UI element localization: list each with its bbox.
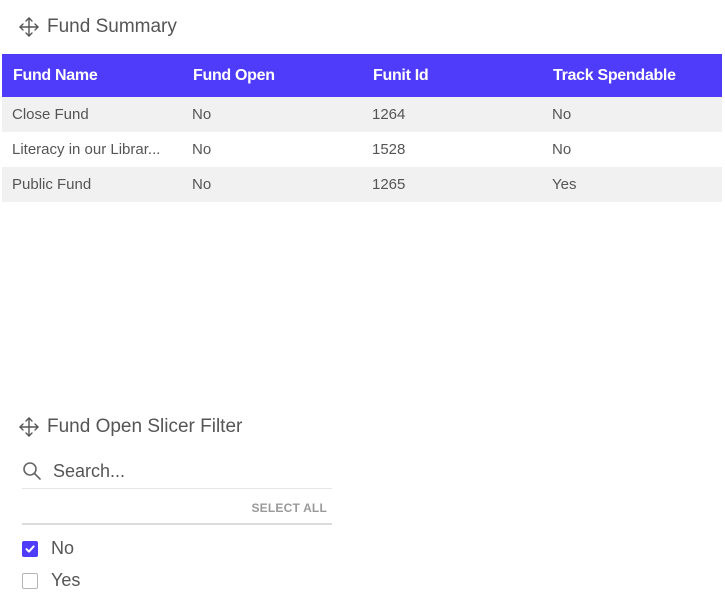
cell-track-spendable: No — [542, 97, 722, 132]
cell-fund-name: Public Fund — [2, 167, 182, 202]
slicer-option-no[interactable]: No — [22, 538, 74, 559]
cell-fund-open: No — [182, 97, 362, 132]
move-icon[interactable] — [18, 416, 40, 438]
table-row[interactable]: Literacy in our Librar... No 1528 No — [2, 132, 722, 167]
panel-title-text: Fund Summary — [47, 16, 177, 37]
slicer-title: Fund Open Slicer Filter — [18, 416, 242, 438]
table-row[interactable]: Close Fund No 1264 No — [2, 97, 722, 132]
cell-funit-id: 1264 — [362, 97, 542, 132]
column-header-funit-id[interactable]: Funit Id — [362, 54, 542, 97]
column-header-fund-open[interactable]: Fund Open — [182, 54, 362, 97]
cell-track-spendable: Yes — [542, 167, 722, 202]
option-label: No — [51, 538, 75, 558]
cell-fund-name: Close Fund — [2, 97, 182, 132]
fund-summary-table: Fund Name Fund Open Funit Id Track Spend… — [2, 54, 722, 202]
select-all-row: SELECT ALL — [22, 492, 332, 525]
cell-fund-open: No — [182, 132, 362, 167]
cell-fund-open: No — [182, 167, 362, 202]
checkbox-checked-icon[interactable] — [22, 540, 38, 557]
cell-funit-id: 1265 — [362, 167, 542, 202]
column-header-track-spendable[interactable]: Track Spendable — [542, 54, 722, 97]
table-header-row: Fund Name Fund Open Funit Id Track Spend… — [2, 54, 722, 97]
move-icon[interactable] — [18, 16, 40, 38]
search-input[interactable] — [53, 460, 313, 482]
panel-title-text: Fund Open Slicer Filter — [47, 416, 243, 437]
cell-track-spendable: No — [542, 132, 722, 167]
slicer-option-yes[interactable]: Yes — [22, 570, 80, 591]
select-all-button[interactable]: SELECT ALL — [251, 501, 327, 515]
slicer-search — [22, 454, 332, 489]
fund-summary-title: Fund Summary — [18, 16, 177, 38]
option-label: Yes — [51, 570, 81, 590]
cell-fund-name: Literacy in our Librar... — [2, 132, 182, 167]
cell-funit-id: 1528 — [362, 132, 542, 167]
table-row[interactable]: Public Fund No 1265 Yes — [2, 167, 722, 202]
checkbox-unchecked-icon[interactable] — [22, 572, 38, 589]
column-header-fund-name[interactable]: Fund Name — [2, 54, 182, 97]
search-icon — [22, 461, 42, 481]
